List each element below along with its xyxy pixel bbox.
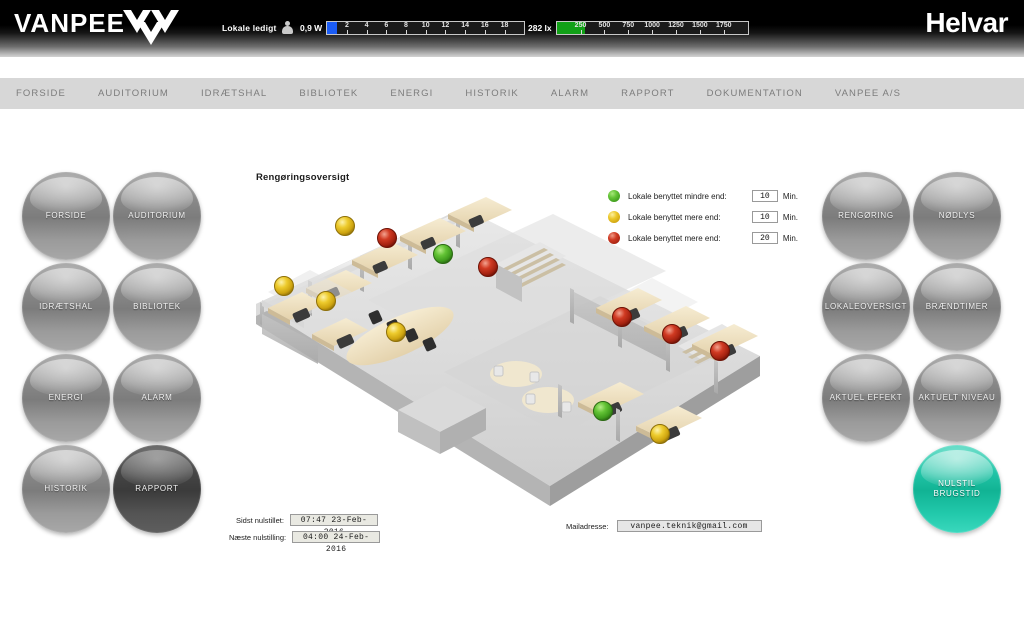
- legend-unit: Min.: [782, 191, 798, 201]
- button-label: RENGØRING: [838, 211, 894, 220]
- room-status-marker-yellow[interactable]: [316, 291, 336, 311]
- meter-tick: 750: [622, 22, 634, 34]
- left-button-historik[interactable]: HISTORIK: [22, 445, 110, 533]
- lux-meter-ticks: 250 500 750 1000 1250 1500 1750: [557, 22, 748, 34]
- button-label: AUDITORIUM: [128, 211, 186, 220]
- meter-tick: 18: [501, 22, 508, 34]
- meter-tick: 1750: [716, 22, 732, 34]
- right-button-lokaleoversigt[interactable]: LOKALEOVERSIGT: [822, 263, 910, 351]
- last-reset-value[interactable]: 07:47 23-Feb-2016: [289, 514, 378, 537]
- lux-value: 282 lx: [528, 23, 552, 33]
- legend-unit: Min.: [782, 233, 798, 243]
- room-status-marker-yellow[interactable]: [274, 276, 294, 296]
- next-reset-field-row: Næste nulstilling: 04:00 24-Feb-2016: [229, 531, 381, 554]
- app-header: VANPEE Helvar Lokale ledigt 0,9 W 2 4 6 8 10…: [0, 0, 1024, 57]
- room-status-marker-green[interactable]: [593, 401, 613, 421]
- person-icon: [281, 21, 293, 35]
- room-status-marker-green[interactable]: [433, 244, 453, 264]
- meter-tick: 14: [461, 22, 469, 34]
- button-label: NULSTIL BRUGSTID: [933, 479, 981, 498]
- room-status-marker-red[interactable]: [710, 341, 730, 361]
- button-label: IDRÆTSHAL: [39, 302, 93, 311]
- button-label: BRÆNDTIMER: [925, 302, 989, 311]
- left-button-auditorium[interactable]: AUDITORIUM: [113, 172, 201, 260]
- button-label: HISTORIK: [44, 484, 88, 493]
- button-label: BIBLIOTEK: [133, 302, 181, 311]
- room-status-marker-red[interactable]: [612, 307, 632, 327]
- power-meter-group: 0,9 W 2 4 6 8 10 12 14 16 18: [300, 18, 526, 38]
- nav-item-alarm[interactable]: ALARM: [535, 88, 605, 99]
- room-status-marker-yellow[interactable]: [386, 322, 406, 342]
- last-reset-label: Sidst nulstillet:: [236, 515, 284, 525]
- right-button-aktuelt-niveau[interactable]: AKTUELT NIVEAU: [913, 354, 1001, 442]
- vanpee-logo-text: VANPEE: [14, 8, 125, 38]
- page-title: Rengøringsoversigt: [256, 172, 350, 183]
- left-button-forside[interactable]: FORSIDE: [22, 172, 110, 260]
- button-label: FORSIDE: [45, 211, 87, 220]
- helvar-logo-text: Helvar: [925, 7, 1008, 38]
- nav-item-vanpee-a-s[interactable]: VANPEE A/S: [819, 88, 917, 99]
- mail-label: Mailadresse:: [566, 521, 609, 531]
- meter-tick: 1000: [644, 22, 660, 34]
- nav-item-idr-tshal[interactable]: IDRÆTSHAL: [185, 88, 283, 99]
- meter-tick: 4: [365, 22, 369, 34]
- nav-item-bibliotek[interactable]: BIBLIOTEK: [283, 88, 374, 99]
- next-reset-label: Næste nulstilling:: [229, 532, 287, 542]
- room-status-marker-yellow[interactable]: [335, 216, 355, 236]
- mail-input[interactable]: vanpee.teknik@gmail.com: [616, 520, 762, 532]
- left-button-idr-tshal[interactable]: IDRÆTSHAL: [22, 263, 110, 351]
- nav-item-dokumentation[interactable]: DOKUMENTATION: [691, 88, 819, 99]
- next-reset-value[interactable]: 04:00 24-Feb-2016: [292, 531, 381, 554]
- room-status-marker-red[interactable]: [478, 257, 498, 277]
- button-label: ALARM: [141, 393, 173, 402]
- room-status-group: Lokale ledigt: [222, 18, 293, 38]
- meter-tick: 250: [575, 22, 586, 34]
- room-status-marker-red[interactable]: [662, 324, 682, 344]
- meter-tick: 10: [422, 22, 430, 34]
- right-button-aktuel-effekt[interactable]: AKTUEL EFFEKT: [822, 354, 910, 442]
- meter-tick: 1250: [668, 22, 684, 34]
- meter-tick: 8: [404, 22, 408, 34]
- power-meter-ticks: 2 4 6 8 10 12 14 16 18: [327, 22, 524, 34]
- button-label: RAPPORT: [135, 484, 179, 493]
- right-button-n-dlys[interactable]: NØDLYS: [913, 172, 1001, 260]
- legend-unit: Min.: [782, 212, 798, 222]
- meter-tick: 2: [345, 22, 349, 34]
- lux-meter-bar: 250 500 750 1000 1250 1500 1750: [555, 21, 749, 35]
- button-label: AKTUEL EFFEKT: [829, 393, 903, 402]
- main-navigation: FORSIDE AUDITORIUM IDRÆTSHAL BIBLIOTEK ENERG…: [0, 78, 1024, 109]
- button-label: NØDLYS: [938, 211, 976, 220]
- button-label: AKTUELT NIVEAU: [918, 393, 996, 402]
- power-meter-bar: 2 4 6 8 10 12 14 16 18: [326, 21, 526, 35]
- left-button-energi[interactable]: ENERGI: [22, 354, 110, 442]
- last-reset-field-row: Sidst nulstillet: 07:47 23-Feb-2016: [236, 514, 378, 537]
- left-button-rapport[interactable]: RAPPORT: [113, 445, 201, 533]
- room-status-label: Lokale ledigt: [222, 23, 277, 33]
- vanpee-chevron-logo-icon: [123, 10, 179, 45]
- application-root: VANPEE Helvar Lokale ledigt 0,9 W 2 4 6 8 10…: [0, 0, 1024, 622]
- right-button-br-ndtimer[interactable]: BRÆNDTIMER: [913, 263, 1001, 351]
- left-button-alarm[interactable]: ALARM: [113, 354, 201, 442]
- right-button-nulstil-brugstid[interactable]: NULSTIL BRUGSTID: [913, 445, 1001, 533]
- nav-item-historik[interactable]: HISTORIK: [449, 88, 535, 99]
- meter-tick: 16: [481, 22, 489, 34]
- room-status-marker-yellow[interactable]: [650, 424, 670, 444]
- right-button-reng-ring[interactable]: RENGØRING: [822, 172, 910, 260]
- left-button-bibliotek[interactable]: BIBLIOTEK: [113, 263, 201, 351]
- button-label: ENERGI: [48, 393, 84, 402]
- nav-item-forside[interactable]: FORSIDE: [0, 88, 82, 99]
- nav-item-energi[interactable]: ENERGI: [374, 88, 449, 99]
- room-status-marker-red[interactable]: [377, 228, 397, 248]
- lux-meter-group: 282 lx 250 500 750 1000 1250 1500 1750: [528, 18, 749, 38]
- meter-tick: 1500: [692, 22, 708, 34]
- nav-item-auditorium[interactable]: AUDITORIUM: [82, 88, 185, 99]
- meter-tick: 500: [599, 22, 610, 34]
- nav-item-rapport[interactable]: RAPPORT: [605, 88, 690, 99]
- floorplan-graphic: [256, 197, 760, 506]
- mail-field-row: Mailadresse: vanpee.teknik@gmail.com: [566, 520, 762, 532]
- meter-tick: 12: [441, 22, 449, 34]
- button-label: LOKALEOVERSIGT: [824, 302, 908, 311]
- power-value: 0,9 W: [300, 23, 323, 33]
- meter-tick: 6: [384, 22, 388, 34]
